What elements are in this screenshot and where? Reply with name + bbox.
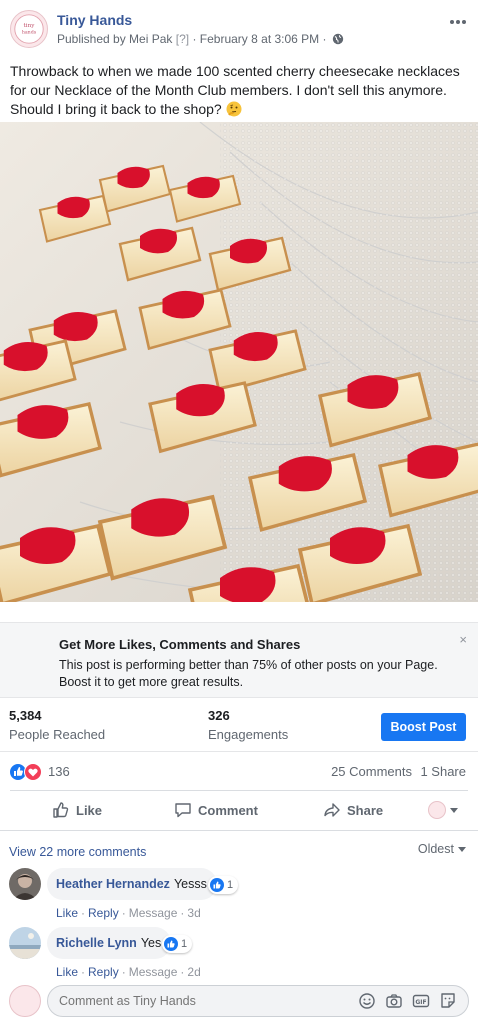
share-arrow-icon xyxy=(324,803,340,817)
comments-count[interactable]: 25 Comments xyxy=(331,764,412,779)
engagements-label: Engagements xyxy=(208,727,289,742)
like-label: Like xyxy=(76,802,103,818)
comment-label: Comment xyxy=(198,802,258,818)
comment-like-badge[interactable]: 1 xyxy=(162,935,193,953)
close-icon[interactable]: × xyxy=(459,632,467,647)
comment-composer: GIF xyxy=(9,985,469,1017)
published-by[interactable]: Published by Mei Pak xyxy=(57,32,172,46)
comment-bubble-icon xyxy=(175,803,191,818)
commenter-avatar[interactable] xyxy=(9,868,41,900)
comment-reply-link[interactable]: Reply xyxy=(88,906,119,920)
post-insights: 5,384 People Reached 326 Engagements Boo… xyxy=(0,698,478,752)
commenter-name[interactable]: Richelle Lynn xyxy=(56,936,137,950)
boost-banner: Get More Likes, Comments and Shares This… xyxy=(0,622,478,698)
comment-like-count: 1 xyxy=(227,879,234,891)
comment-sort-dropdown[interactable]: Oldest xyxy=(418,842,466,856)
sort-label: Oldest xyxy=(417,842,454,856)
camera-icon[interactable] xyxy=(385,992,403,1010)
comment-time[interactable]: 2d xyxy=(187,965,200,979)
page-mini-avatar xyxy=(428,801,446,819)
more-options-icon[interactable] xyxy=(450,12,468,24)
page-name[interactable]: Tiny Hands xyxy=(57,12,132,28)
chevron-down-icon xyxy=(458,846,466,852)
comment-like-link[interactable]: Like xyxy=(56,965,78,979)
page-avatar xyxy=(9,985,41,1017)
comment-actions: Like · Reply · Message · 2d xyxy=(56,965,201,979)
comment-like-count: 1 xyxy=(181,938,188,950)
view-more-comments-link[interactable]: View 22 more comments xyxy=(9,845,146,859)
comment-button[interactable]: Comment xyxy=(174,801,258,819)
comment-like-badge[interactable]: 1 xyxy=(208,876,239,894)
post-timestamp[interactable]: February 8 at 3:06 PM xyxy=(200,32,319,46)
love-reaction-icon xyxy=(24,763,42,781)
composer-icons: GIF xyxy=(349,992,457,1010)
svg-text:GIF: GIF xyxy=(415,999,426,1006)
engagements-value[interactable]: 326 xyxy=(208,708,230,723)
gif-icon[interactable]: GIF xyxy=(412,992,430,1010)
like-reaction-icon xyxy=(164,937,178,951)
reaction-count[interactable]: 136 xyxy=(48,764,70,779)
sticker-icon[interactable] xyxy=(439,992,457,1010)
svg-text:hands: hands xyxy=(22,30,37,36)
post-meta: Published by Mei Pak [?] · February 8 at… xyxy=(57,32,344,46)
post-photo[interactable] xyxy=(0,122,478,602)
comment-message-link[interactable]: Message xyxy=(129,965,178,979)
reaction-icons[interactable] xyxy=(9,763,49,781)
svg-text:tiny: tiny xyxy=(24,23,36,29)
chevron-down-icon xyxy=(450,807,458,813)
comment-actions: Like · Reply · Message · 3d xyxy=(56,906,201,920)
globe-icon[interactable] xyxy=(332,33,344,45)
comment-bubble: Richelle Lynn Yes xyxy=(47,927,172,959)
comment-reply-link[interactable]: Reply xyxy=(88,965,119,979)
audience-selector[interactable] xyxy=(428,801,458,819)
post-header: tiny hands Tiny Hands Published by Mei P… xyxy=(0,0,478,55)
action-bar: Like Comment Share xyxy=(10,790,468,830)
meta-sep-2: · xyxy=(322,32,327,46)
comments-section: View 22 more comments Oldest Heather Her… xyxy=(0,830,478,1024)
like-reaction-icon xyxy=(9,763,27,781)
boost-post-button[interactable]: Boost Post xyxy=(381,713,466,741)
post-text: Throwback to when we made 100 scented ch… xyxy=(10,62,470,119)
comment-message-link[interactable]: Message xyxy=(129,906,178,920)
boost-body: This post is performing better than 75% … xyxy=(59,658,438,689)
shares-count[interactable]: 1 Share xyxy=(420,764,466,779)
page-avatar[interactable]: tiny hands xyxy=(10,10,48,48)
comment-time[interactable]: 3d xyxy=(187,906,200,920)
people-reached-label: People Reached xyxy=(9,727,106,742)
like-reaction-icon xyxy=(210,878,224,892)
comment-text: Yesss xyxy=(173,877,207,891)
comment-like-link[interactable]: Like xyxy=(56,906,78,920)
people-reached-value[interactable]: 5,384 xyxy=(9,708,42,723)
thinking-face-icon xyxy=(226,101,242,117)
help-mark[interactable]: [?] xyxy=(176,32,189,46)
share-button[interactable]: Share xyxy=(323,801,383,819)
thumbs-up-icon xyxy=(53,802,69,818)
like-button[interactable]: Like xyxy=(52,801,102,819)
commenter-avatar[interactable] xyxy=(9,927,41,959)
comment-text: Yes xyxy=(140,936,162,950)
commenter-name[interactable]: Heather Hernandez xyxy=(56,877,170,891)
emoji-icon[interactable] xyxy=(358,992,376,1010)
share-label: Share xyxy=(347,802,384,818)
reactions-bar: 136 25 Comments 1 Share xyxy=(0,752,478,790)
boost-title: Get More Likes, Comments and Shares xyxy=(59,637,301,652)
meta-sep-1: · xyxy=(192,32,197,46)
comment-bubble: Heather Hernandez Yesss xyxy=(47,868,217,900)
